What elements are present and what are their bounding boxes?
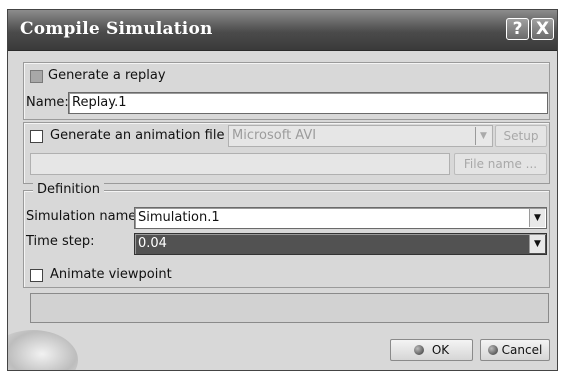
replay-name-field[interactable]: Replay.1 bbox=[68, 92, 548, 114]
simulation-name-value: Simulation.1 bbox=[138, 210, 220, 225]
animate-viewpoint-checkbox[interactable] bbox=[30, 269, 43, 282]
setup-button[interactable]: Setup bbox=[495, 125, 547, 147]
status-bar bbox=[30, 293, 549, 323]
cancel-button[interactable]: Cancel bbox=[480, 339, 550, 361]
generate-replay-checkbox[interactable] bbox=[30, 70, 43, 83]
animate-viewpoint-label: Animate viewpoint bbox=[50, 267, 172, 282]
animation-format-value: Microsoft AVI bbox=[232, 128, 317, 143]
close-icon: X bbox=[535, 19, 550, 39]
close-button[interactable]: X bbox=[531, 18, 554, 40]
catia-logo-swirl bbox=[8, 330, 78, 370]
definition-legend: Definition bbox=[33, 182, 104, 197]
cancel-label: Cancel bbox=[501, 343, 543, 357]
dialog-title: Compile Simulation bbox=[20, 19, 213, 39]
generate-replay-label: Generate a replay bbox=[48, 68, 166, 83]
cancel-icon bbox=[487, 345, 498, 355]
help-button[interactable]: ? bbox=[506, 18, 529, 40]
file-name-button[interactable]: File name ... bbox=[454, 153, 547, 175]
time-step-label: Time step: bbox=[26, 234, 95, 249]
chevron-down-icon: ▼ bbox=[475, 127, 491, 145]
time-step-value: 0.04 bbox=[138, 236, 167, 251]
compile-simulation-dialog: Compile Simulation ? X Generate a replay… bbox=[7, 9, 558, 371]
chevron-down-icon: ▼ bbox=[529, 209, 545, 227]
animation-format-select[interactable]: Microsoft AVI ▼ bbox=[228, 125, 493, 147]
generate-animation-label: Generate an animation file bbox=[50, 128, 225, 143]
time-step-select[interactable]: 0.04 ▼ bbox=[134, 233, 547, 255]
generate-animation-checkbox[interactable] bbox=[30, 130, 43, 143]
name-label: Name: bbox=[26, 95, 69, 110]
chevron-down-icon: ▼ bbox=[529, 235, 545, 253]
title-bar[interactable]: Compile Simulation ? X bbox=[8, 10, 557, 51]
simulation-name-label: Simulation name: bbox=[26, 209, 141, 224]
help-icon: ? bbox=[512, 19, 523, 39]
ok-label: OK bbox=[431, 343, 450, 357]
ok-icon bbox=[413, 345, 424, 355]
animation-file-path-field[interactable] bbox=[30, 153, 450, 175]
simulation-name-select[interactable]: Simulation.1 ▼ bbox=[134, 207, 547, 229]
ok-button[interactable]: OK bbox=[390, 339, 473, 361]
